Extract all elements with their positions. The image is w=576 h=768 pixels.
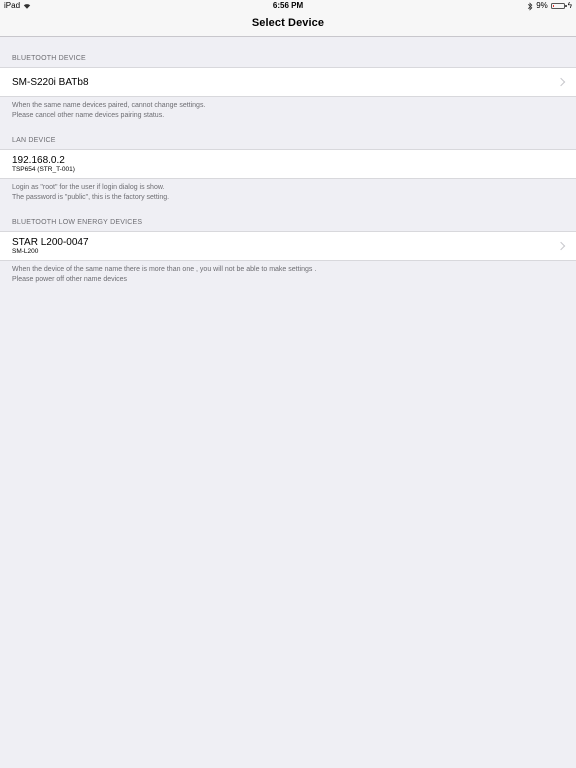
ble-device-name: STAR L200-0047 (12, 237, 89, 248)
navigation-bar: iPad 6:56 PM 9% ϟ Select Device (0, 0, 576, 37)
ble-footer: When the device of the same name there i… (12, 265, 316, 284)
bluetooth-device-name: SM-S220i BATb8 (12, 77, 89, 88)
section-header-lan: LAN DEVICE (12, 137, 56, 144)
bluetooth-footer-line1: When the same name devices paired, canno… (12, 102, 206, 109)
section-header-ble: BLUETOOTH LOW ENERGY DEVICES (12, 219, 143, 226)
status-right: 9% ϟ (527, 0, 572, 12)
ble-device-model: SM-L200 (12, 248, 39, 255)
battery-fill (552, 5, 554, 7)
bluetooth-device-cell[interactable]: SM-S220i BATb8 (0, 67, 576, 97)
battery-icon (550, 3, 567, 9)
lan-device-model: TSP654 (STR_T-001) (12, 166, 75, 173)
page-title: Select Device (251, 17, 325, 29)
bluetooth-icon (528, 1, 533, 11)
chevron-right-icon (556, 241, 566, 251)
charging-icon: ϟ (567, 1, 572, 10)
lan-footer-line1: Login as "root" for the user if login di… (12, 184, 165, 191)
ble-device-cell[interactable]: STAR L200-0047 SM-L200 (0, 231, 576, 261)
status-bar: iPad 6:56 PM 9% ϟ (0, 0, 576, 12)
lan-footer: Login as "root" for the user if login di… (12, 183, 169, 202)
section-header-bluetooth: BLUETOOTH DEVICE (12, 55, 86, 62)
bluetooth-footer-line2: Please cancel other name devices pairing… (12, 111, 165, 119)
ble-footer-line2: Please power off other name devices (12, 275, 128, 283)
bluetooth-footer: When the same name devices paired, canno… (12, 101, 205, 120)
lan-footer-line2: The password is "public", this is the fa… (12, 193, 170, 201)
ble-footer-line1: When the device of the same name there i… (12, 266, 317, 273)
lan-device-ip: 192.168.0.2 (12, 155, 65, 166)
lan-device-cell[interactable]: 192.168.0.2 TSP654 (STR_T-001) (0, 149, 576, 179)
chevron-right-icon (556, 77, 566, 87)
status-time: 6:56 PM (272, 1, 304, 10)
battery-percent: 9% (536, 1, 548, 10)
